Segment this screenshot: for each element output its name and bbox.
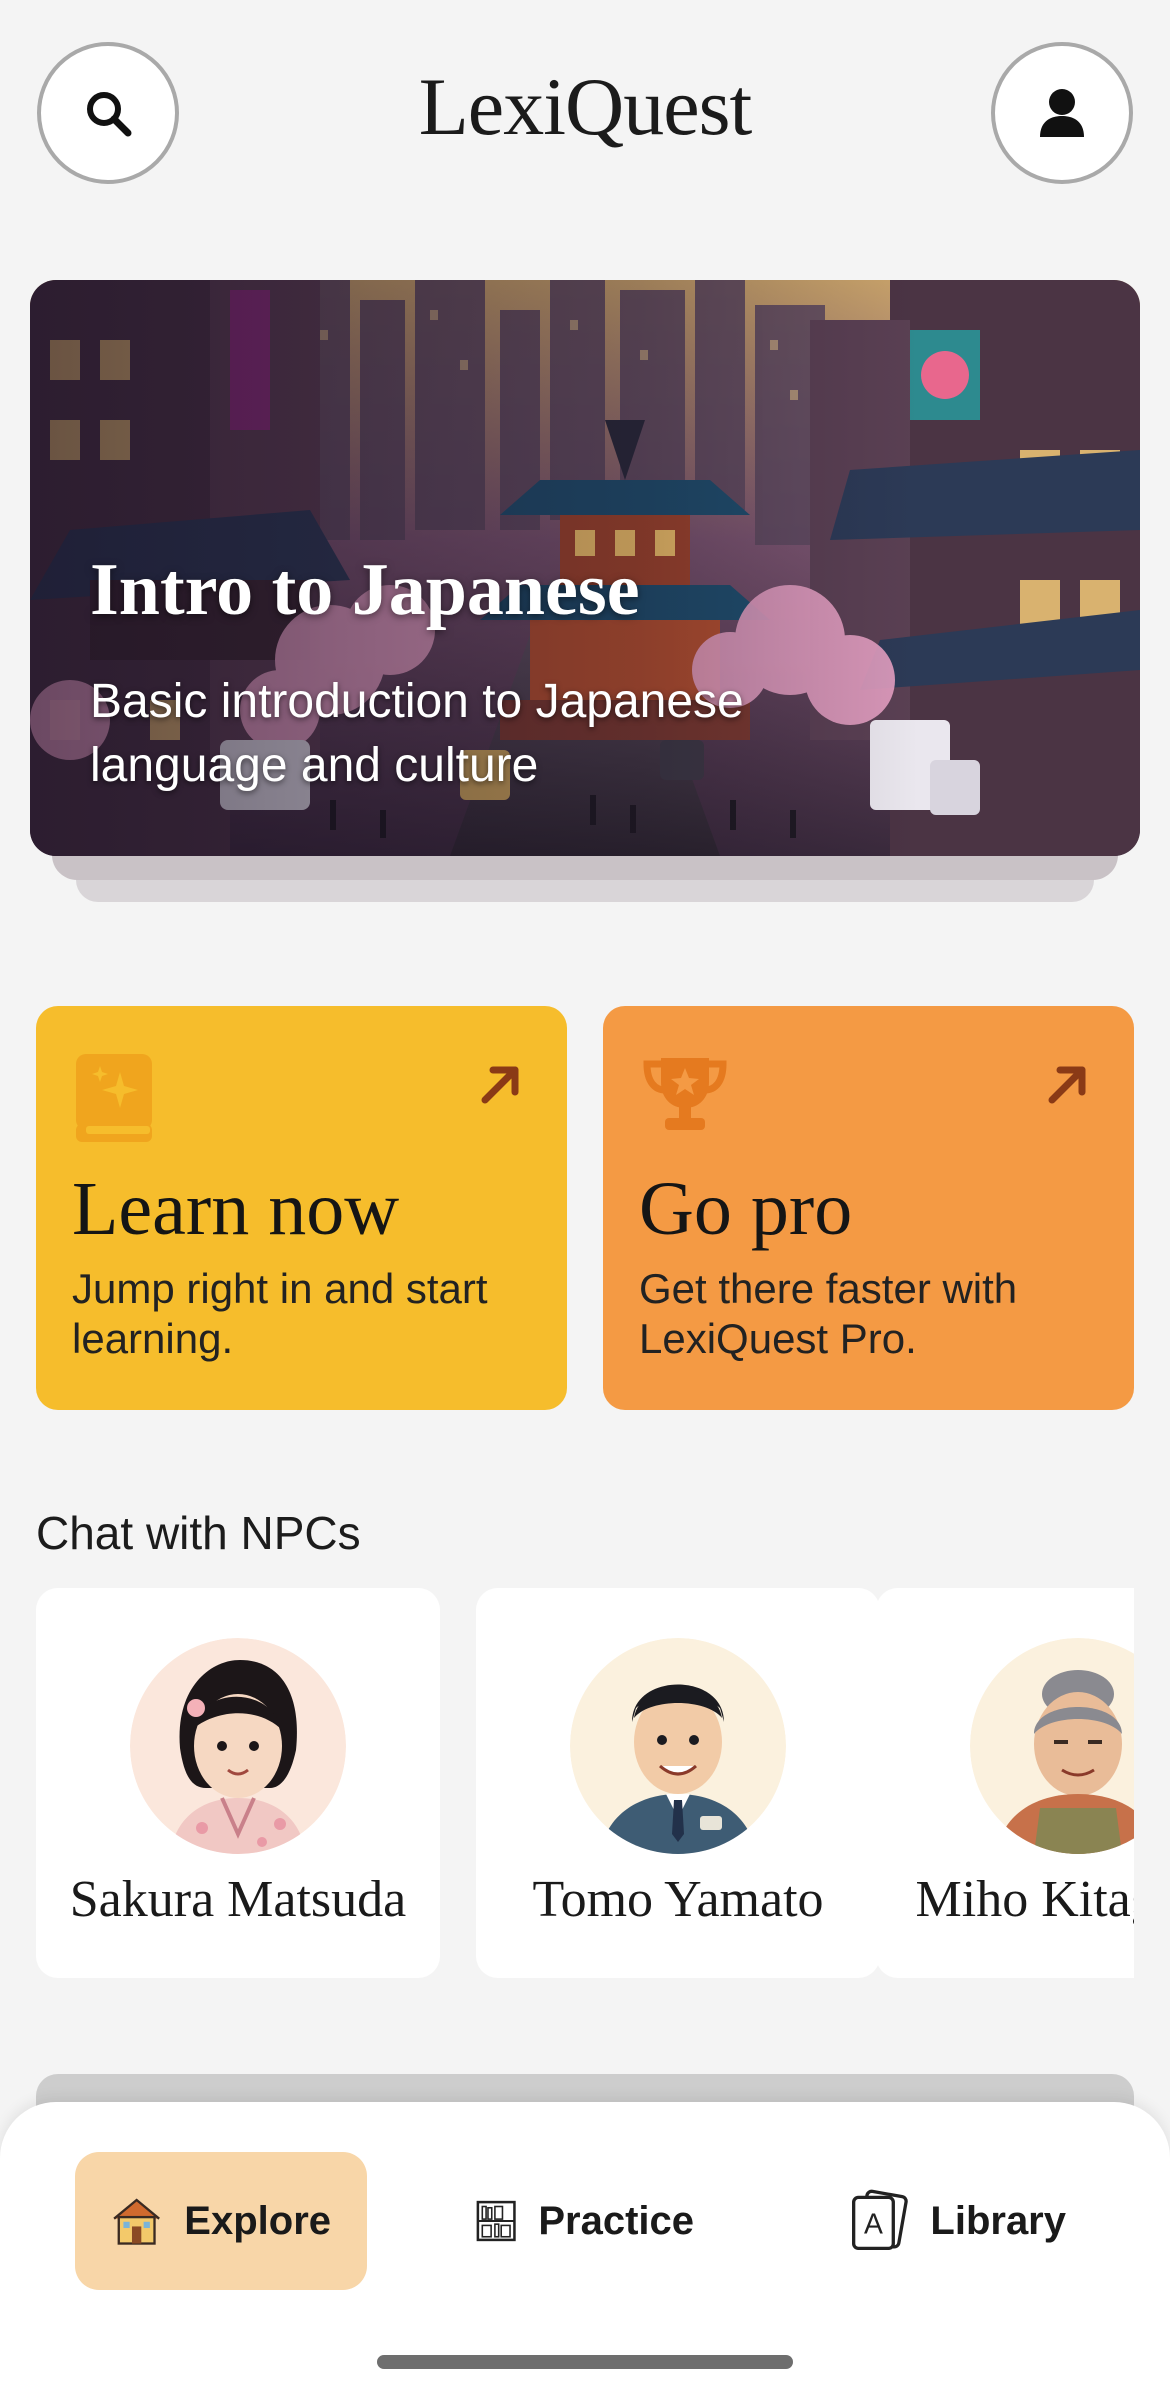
svg-text:A: A [864, 2207, 883, 2239]
npc-card-sakura[interactable]: Sakura Matsuda [36, 1588, 440, 1978]
section-title-npcs: Chat with NPCs [36, 1507, 361, 1559]
tab-library-label: Library [930, 2198, 1066, 2243]
tab-library[interactable]: A Library [812, 2152, 1102, 2290]
npc-name: Sakura Matsuda [69, 1871, 407, 1928]
npc-card-tomo[interactable]: Tomo Yamato [476, 1588, 880, 1978]
avatar [570, 1638, 786, 1854]
sparkle-book-icon [76, 1054, 152, 1142]
home-indicator[interactable] [377, 2355, 793, 2369]
go-pro-title: Go pro [639, 1167, 853, 1251]
sakura-portrait-icon [130, 1638, 346, 1854]
avatar [130, 1638, 346, 1854]
course-title: Intro to Japanese [90, 549, 640, 631]
arrow-up-right-icon [1048, 1066, 1086, 1104]
npc-name: Tomo Yamato [532, 1871, 824, 1928]
course-description: Basic introduction to Japanese language … [90, 675, 744, 792]
featured-course-card[interactable]: Intro to Japanese Basic introduction to … [30, 280, 1140, 856]
profile-button[interactable] [991, 42, 1133, 184]
trophy-icon [643, 1058, 727, 1130]
flashcards-icon: A [852, 2189, 908, 2251]
go-pro-description: Get there faster with LexiQuest Pro. [639, 1265, 1018, 1362]
house-icon [113, 2198, 160, 2245]
tab-explore[interactable]: Explore [75, 2152, 367, 2290]
avatar [970, 1638, 1134, 1854]
tomo-portrait-icon [570, 1638, 786, 1854]
npc-card-miho[interactable]: Miho Kitagawa [876, 1588, 1134, 1978]
tab-explore-label: Explore [184, 2198, 331, 2243]
explore-screen: LexiQuest Intro to Japanese Basic introd… [0, 0, 1170, 2396]
arrow-up-right-icon [481, 1066, 519, 1104]
npc-carousel[interactable]: Sakura Matsuda Tomo Yamato Miho Kita [36, 1588, 1134, 1980]
user-icon [1040, 89, 1084, 137]
npc-name: Miho Kitagawa [915, 1871, 1134, 1928]
top-header: LexiQuest [0, 0, 1170, 230]
miho-portrait-icon [970, 1638, 1134, 1854]
bottom-tab-bar: Explore Practice A Library [0, 2102, 1170, 2396]
tab-practice[interactable]: Practice [440, 2152, 730, 2290]
tab-practice-label: Practice [538, 2198, 694, 2243]
learn-now-title: Learn now [72, 1167, 400, 1251]
go-pro-card[interactable]: Go pro Get there faster with LexiQuest P… [603, 1006, 1134, 1410]
learn-now-card[interactable]: Learn now Jump right in and start learni… [36, 1006, 567, 1410]
learn-now-description: Jump right in and start learning. [72, 1265, 488, 1362]
bookshelf-icon [476, 2200, 516, 2242]
